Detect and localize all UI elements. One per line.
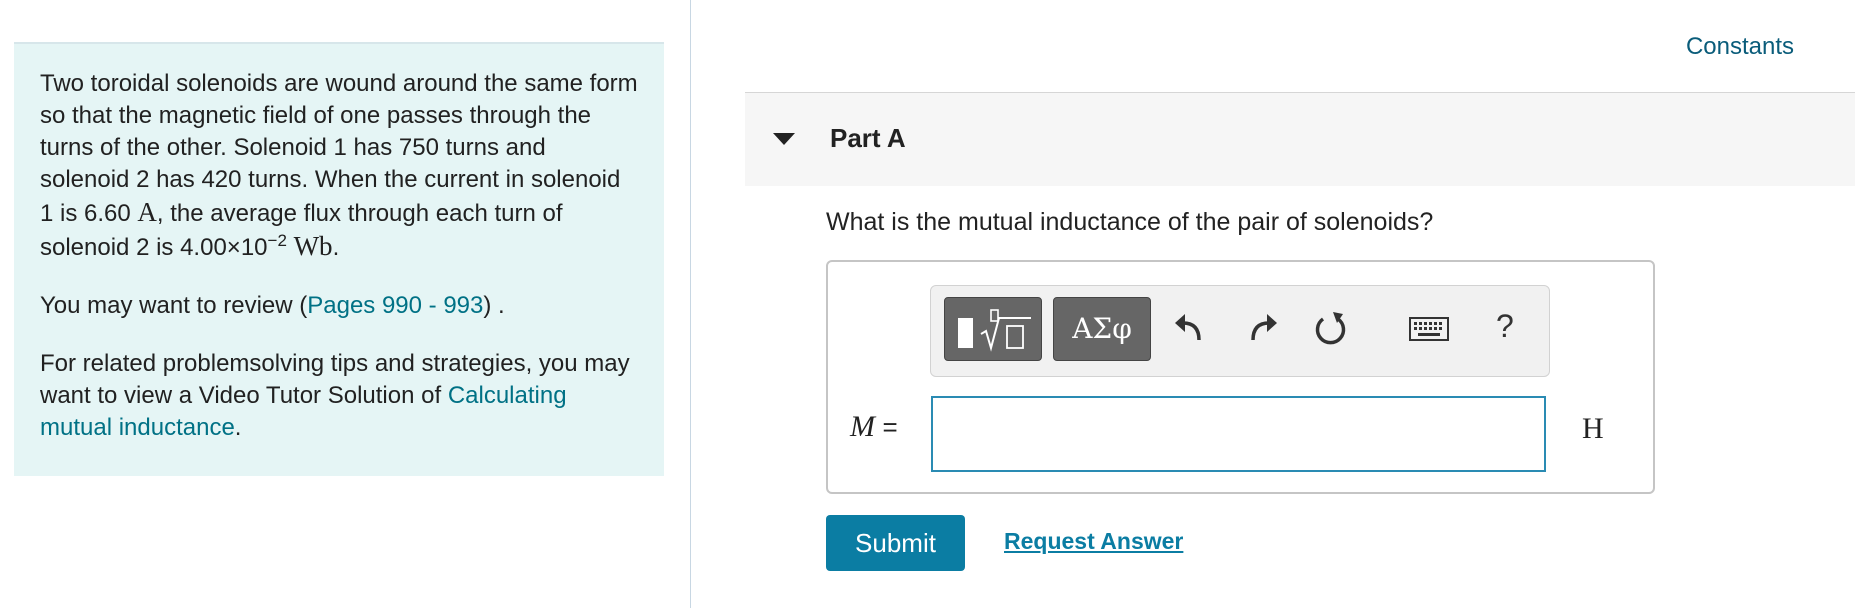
- submit-button[interactable]: Submit: [826, 515, 965, 571]
- question-text: What is the mutual inductance of the pai…: [826, 208, 1434, 236]
- review-paragraph: You may want to review (Pages 990 - 993)…: [40, 290, 638, 322]
- redo-icon[interactable]: [1241, 306, 1281, 350]
- part-header: Part A: [745, 93, 1855, 186]
- column-divider: [690, 0, 691, 608]
- templates-button[interactable]: [944, 297, 1042, 361]
- variable-symbol: M: [850, 410, 875, 443]
- reset-icon[interactable]: [1311, 306, 1351, 350]
- current-unit: A: [137, 197, 157, 227]
- math-toolbar: ΑΣφ ?: [930, 285, 1550, 377]
- problem-panel: Two toroidal solenoids are wound around …: [14, 42, 664, 476]
- review-pages-link[interactable]: Pages 990 - 993: [307, 292, 483, 319]
- problem-statement: Two toroidal solenoids are wound around …: [40, 68, 638, 264]
- collapse-triangle-icon[interactable]: [773, 133, 795, 145]
- review-prefix: You may want to review (: [40, 292, 308, 319]
- answer-box: ΑΣφ ? M = H: [826, 260, 1655, 494]
- part-title: Part A: [830, 123, 906, 153]
- review-suffix: ) .: [483, 292, 505, 319]
- answer-input[interactable]: [931, 396, 1546, 472]
- greek-symbols-button[interactable]: ΑΣφ: [1053, 297, 1151, 361]
- tips-suffix: .: [234, 414, 242, 441]
- keyboard-icon[interactable]: [1409, 306, 1449, 350]
- help-button[interactable]: ?: [1496, 308, 1514, 345]
- answer-unit: H: [1582, 412, 1604, 445]
- undo-icon[interactable]: [1171, 306, 1211, 350]
- flux-exponent: −2: [267, 231, 287, 250]
- constants-link[interactable]: Constants: [1686, 33, 1794, 61]
- flux-unit: Wb: [293, 231, 333, 261]
- equals-sign: =: [882, 412, 898, 442]
- problem-text-3: .: [332, 234, 340, 261]
- tips-paragraph: For related problemsolving tips and stra…: [40, 348, 638, 444]
- answer-variable-label: M =: [850, 410, 898, 444]
- request-answer-link[interactable]: Request Answer: [1004, 528, 1183, 555]
- templates-icon: [958, 309, 1031, 352]
